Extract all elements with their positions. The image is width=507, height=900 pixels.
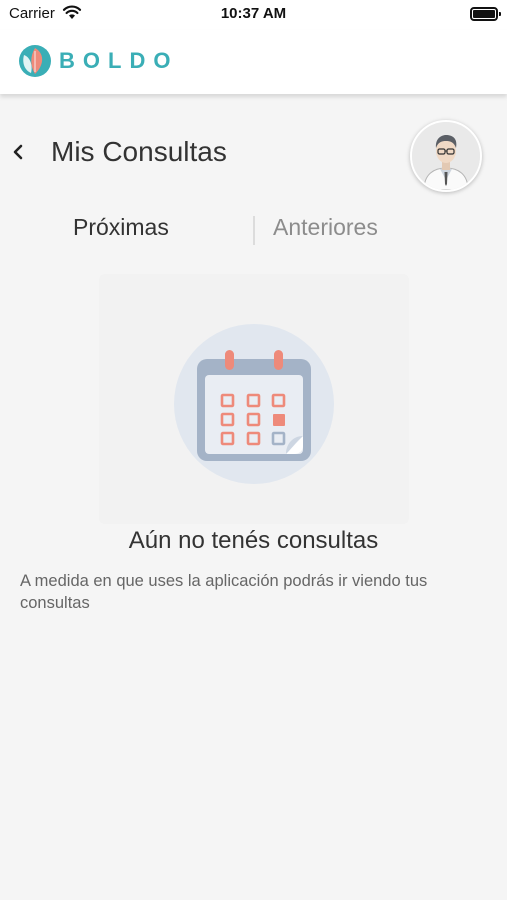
back-button[interactable] bbox=[6, 140, 30, 168]
tab-upcoming[interactable]: Próximas bbox=[73, 214, 169, 241]
tab-past[interactable]: Anteriores bbox=[273, 214, 378, 241]
title-row: Mis Consultas bbox=[0, 118, 507, 194]
status-time: 10:37 AM bbox=[220, 5, 287, 22]
chevron-left-icon bbox=[12, 143, 24, 166]
brand-name: BOLDO bbox=[59, 48, 179, 73]
status-bar: Carrier 10:37 AM bbox=[0, 0, 507, 30]
page-title: Mis Consultas bbox=[51, 136, 227, 167]
empty-state-title: Aún no tenés consultas bbox=[128, 527, 379, 554]
app-header: BOLDO bbox=[0, 30, 507, 94]
boldo-logo-icon bbox=[18, 44, 52, 78]
tab-divider bbox=[253, 216, 255, 245]
empty-state-subtitle: A medida en que uses la aplicación podrá… bbox=[20, 572, 428, 612]
consultas-tabs: Próximas Anteriores bbox=[0, 210, 507, 250]
calendar-icon bbox=[174, 324, 334, 484]
battery-icon bbox=[470, 7, 501, 21]
doctor-avatar[interactable] bbox=[410, 120, 482, 192]
